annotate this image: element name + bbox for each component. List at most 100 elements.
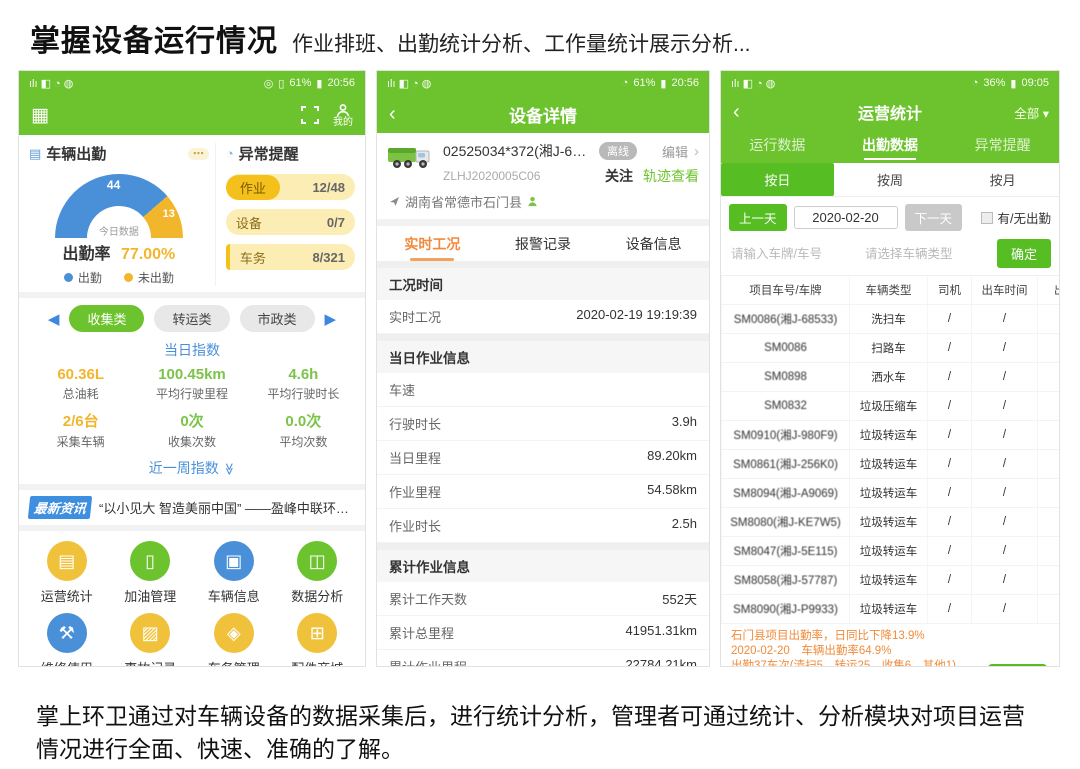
col-header: 出车时间 xyxy=(972,276,1038,305)
more-options-button[interactable]: ⋯ xyxy=(188,148,209,160)
phone2-tab[interactable]: 实时工况 xyxy=(377,226,488,261)
table-row[interactable]: SM8058(湘J-57787) 垃圾转运车 / / xyxy=(722,566,1061,595)
table-row[interactable]: SM0861(湘J-256K0) 垃圾转运车 / / xyxy=(722,450,1061,479)
filter-all-dropdown[interactable]: 全部 ▾ xyxy=(1014,103,1049,122)
confirm-button[interactable]: 确定 xyxy=(997,239,1051,268)
summary-line: 2020-02-20 车辆出勤率64.9% xyxy=(731,644,966,659)
time-cell: / xyxy=(972,363,1038,392)
edit-button[interactable]: 编辑 xyxy=(662,142,688,161)
phone2-tab[interactable]: 设备信息 xyxy=(598,226,709,261)
type-cell: 垃圾转运车 xyxy=(850,537,928,566)
info-label: 作业时长 xyxy=(389,516,441,535)
alerts-card-title: 异常提醒 xyxy=(239,143,299,164)
table-row[interactable]: SM0898 洒水车 / / xyxy=(722,363,1061,392)
info-row: 行驶时长3.9h xyxy=(377,407,709,441)
chevron-right-icon[interactable]: › xyxy=(694,143,699,160)
share-button[interactable]: 分享 xyxy=(988,664,1047,667)
stat-value: 100.45km xyxy=(136,366,247,383)
app-shortcut[interactable]: ◫ 数据分析 xyxy=(276,541,360,605)
col-header: 车辆类型 xyxy=(850,276,928,305)
table-row[interactable]: SM0910(湘J-980F9) 垃圾转运车 / / xyxy=(722,421,1061,450)
plate-cell: SM0910(湘J-980F9) xyxy=(722,421,850,450)
period-segment[interactable]: 按月 xyxy=(946,163,1059,196)
prev-day-button[interactable]: 上一天 xyxy=(729,204,787,231)
vehicle-type-select[interactable] xyxy=(863,242,989,266)
app-shortcut[interactable]: ◈ 车务管理 xyxy=(192,613,276,667)
next-category-arrow-icon[interactable]: ▶ xyxy=(325,310,337,328)
phone2-tab[interactable]: 报警记录 xyxy=(488,226,599,261)
table-row[interactable]: SM8047(湘J-5E115) 垃圾转运车 / / xyxy=(722,537,1061,566)
app-icon: ▤ xyxy=(47,541,87,581)
profile-button[interactable]: 我的 xyxy=(333,103,353,128)
app-shortcut[interactable]: ⊞ 配件商城 xyxy=(276,613,360,667)
follow-button[interactable]: 关注 xyxy=(605,166,633,186)
plate-cell: SM8094(湘J-A9069) xyxy=(722,479,850,508)
daily-stats-grid: 60.36L 总油耗 100.45km 平均行驶里程 4.6h 平均行驶时长 2… xyxy=(19,362,365,452)
info-value: 3.9h xyxy=(672,414,697,433)
clock-icon: ◔ xyxy=(622,77,629,89)
phone-screenshots-row: ılı ◧ ◔ ◍ ◎ ▯ 61% ▮ 20:56 ▦ xyxy=(0,70,1080,667)
table-row[interactable]: SM0086 扫路车 / / xyxy=(722,334,1061,363)
stat-label: 平均行驶时长 xyxy=(248,385,359,402)
period-segment[interactable]: 按周 xyxy=(834,163,947,196)
legend-dot xyxy=(64,273,73,282)
app-shortcut[interactable]: ▣ 车辆信息 xyxy=(192,541,276,605)
category-tab[interactable]: 转运类 xyxy=(154,305,229,332)
info-value: 89.20km xyxy=(647,448,697,467)
clock-time: 09:05 xyxy=(1021,77,1049,89)
track-view-link[interactable]: 轨迹查看 xyxy=(643,166,699,186)
attendance-filter-checkbox[interactable] xyxy=(981,212,993,224)
app-label: 配件商城 xyxy=(291,658,343,667)
table-row[interactable]: SM0832 垃圾压缩车 / / xyxy=(722,392,1061,421)
info-value: 41951.31km xyxy=(625,623,697,642)
category-tab[interactable]: 收集类 xyxy=(69,305,144,332)
app-shortcut[interactable]: ▯ 加油管理 xyxy=(109,541,193,605)
extra-cell xyxy=(1038,334,1061,363)
next-day-button[interactable]: 下一天 xyxy=(905,204,963,231)
stat-label: 平均次数 xyxy=(248,433,359,450)
prev-category-arrow-icon[interactable]: ◀ xyxy=(48,310,60,328)
scan-frame-icon[interactable] xyxy=(301,106,319,124)
back-icon[interactable]: ‹ xyxy=(733,101,740,124)
qr-scan-icon[interactable]: ▦ xyxy=(31,106,49,125)
col-header: 项目车号/车牌 xyxy=(722,276,850,305)
table-row[interactable]: SM8090(湘J-P9933) 垃圾转运车 / / xyxy=(722,595,1061,624)
weekly-index-link[interactable]: 近一周指数 ≫ xyxy=(19,452,365,484)
info-value: 552天 xyxy=(662,589,697,608)
table-row[interactable]: SM8094(湘J-A9069) 垃圾转运车 / / xyxy=(722,479,1061,508)
alert-row[interactable]: 设备 0/7 xyxy=(226,209,355,235)
category-tab[interactable]: 市政类 xyxy=(240,305,315,332)
location-arrow-icon xyxy=(389,196,400,207)
driver-cell: / xyxy=(928,421,972,450)
app-shortcut-grid: ▤ 运营统计 ▯ 加油管理 ▣ 车辆信息 ◫ 数据分析 xyxy=(19,531,365,667)
type-cell: 垃圾压缩车 xyxy=(850,392,928,421)
alert-row[interactable]: 车务 8/321 xyxy=(226,244,355,270)
alert-row[interactable]: 作业 12/48 xyxy=(226,174,355,200)
stat-value: 4.6h xyxy=(248,366,359,383)
driver-cell: / xyxy=(928,508,972,537)
legend-label: 出勤 xyxy=(78,269,102,286)
app-shortcut[interactable]: ▤ 运营统计 xyxy=(25,541,109,605)
attendance-legend: 出勤 未出勤 xyxy=(29,269,209,286)
info-label: 当日里程 xyxy=(389,448,441,467)
extra-cell xyxy=(1038,450,1061,479)
page-subtitle: 作业排班、出勤统计分析、工作量统计展示分析... xyxy=(292,28,751,58)
table-row[interactable]: SM8080(湘J-KE7W5) 垃圾转运车 / / xyxy=(722,508,1061,537)
date-input[interactable] xyxy=(794,206,898,229)
phone3-tab[interactable]: 异常提醒 xyxy=(946,129,1059,163)
phone3-tab[interactable]: 出勤数据 xyxy=(834,129,947,163)
info-section: 累计作业信息 累计工作天数552天累计总里程41951.31km累计作业里程22… xyxy=(377,550,709,667)
app-shortcut[interactable]: ▨ 事故记录 xyxy=(109,613,193,667)
back-icon[interactable]: ‹ xyxy=(389,103,396,126)
phone3-tab[interactable]: 运行数据 xyxy=(721,129,834,163)
app-shortcut[interactable]: ⚒ 维修使用 xyxy=(25,613,109,667)
extra-cell xyxy=(1038,508,1061,537)
period-segment[interactable]: 按日 xyxy=(721,163,834,196)
table-row[interactable]: SM0086(湘J-68533) 洗扫车 / / xyxy=(722,305,1061,334)
news-ticker[interactable]: 最新资讯 “以小见大 智造美丽中国” ——盈峰中联环境... xyxy=(19,490,365,525)
driver-cell: / xyxy=(928,305,972,334)
plate-search-input[interactable] xyxy=(729,242,855,266)
info-section: 工况时间 实时工况2020-02-19 19:19:39 xyxy=(377,268,709,334)
stat-label: 采集车辆 xyxy=(25,433,136,450)
vehicle-attendance-card: ▤ 车辆出勤 ⋯ 44 13 今日数据 出勤率 77.00% xyxy=(29,143,215,286)
